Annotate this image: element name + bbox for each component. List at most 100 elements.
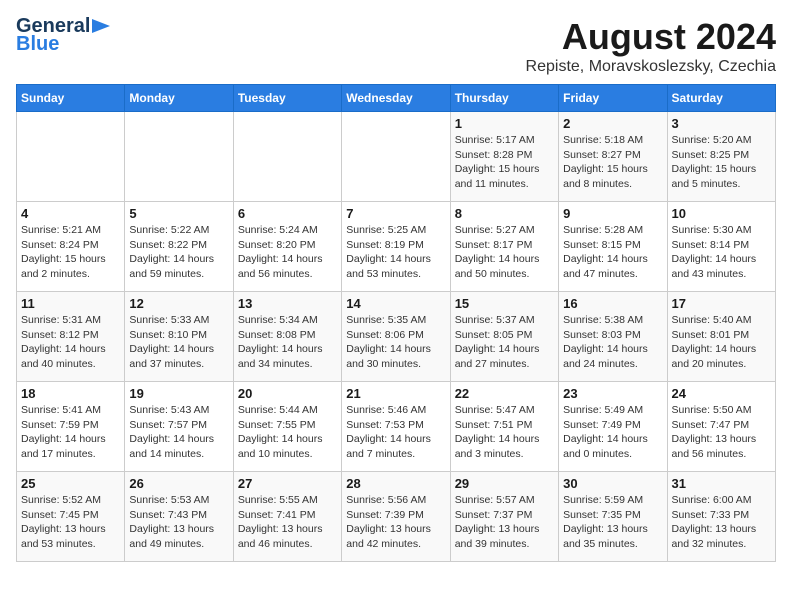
day-info: Sunrise: 5:40 AM Sunset: 8:01 PM Dayligh… [672,313,771,372]
day-number: 20 [238,386,337,401]
table-row: 25 Sunrise: 5:52 AM Sunset: 7:45 PM Dayli… [17,472,125,562]
table-row: 2 Sunrise: 5:18 AM Sunset: 8:27 PM Daylig… [559,112,667,202]
day-number: 2 [563,116,662,131]
table-row: 4 Sunrise: 5:21 AM Sunset: 8:24 PM Daylig… [17,202,125,292]
day-info: Sunrise: 5:49 AM Sunset: 7:49 PM Dayligh… [563,403,662,462]
day-number: 4 [21,206,120,221]
table-row: 12 Sunrise: 5:33 AM Sunset: 8:10 PM Dayli… [125,292,233,382]
day-number: 27 [238,476,337,491]
table-row: 18 Sunrise: 5:41 AM Sunset: 7:59 PM Dayli… [17,382,125,472]
day-info: Sunrise: 5:33 AM Sunset: 8:10 PM Dayligh… [129,313,228,372]
day-info: Sunrise: 6:00 AM Sunset: 7:33 PM Dayligh… [672,493,771,552]
page-title: August 2024 [526,16,776,58]
day-number: 7 [346,206,445,221]
table-row: 23Sunrise: 5:49 AM Sunset: 7:49 PM Dayli… [559,382,667,472]
logo-blue-text: Blue [16,34,59,54]
calendar-table: Sunday Monday Tuesday Wednesday Thursday… [16,84,776,562]
table-row: 11Sunrise: 5:31 AM Sunset: 8:12 PM Dayli… [17,292,125,382]
table-row: 21 Sunrise: 5:46 AM Sunset: 7:53 PM Dayli… [342,382,450,472]
table-row: 10 Sunrise: 5:30 AM Sunset: 8:14 PM Dayli… [667,202,775,292]
day-number: 30 [563,476,662,491]
day-number: 6 [238,206,337,221]
day-info: Sunrise: 5:50 AM Sunset: 7:47 PM Dayligh… [672,403,771,462]
table-row: 24 Sunrise: 5:50 AM Sunset: 7:47 PM Dayli… [667,382,775,472]
day-info: Sunrise: 5:41 AM Sunset: 7:59 PM Dayligh… [21,403,120,462]
day-info: Sunrise: 5:17 AM Sunset: 8:28 PM Dayligh… [455,133,554,192]
day-info: Sunrise: 5:44 AM Sunset: 7:55 PM Dayligh… [238,403,337,462]
col-saturday: Saturday [667,85,775,112]
day-number: 5 [129,206,228,221]
day-info: Sunrise: 5:53 AM Sunset: 7:43 PM Dayligh… [129,493,228,552]
table-row: 27 Sunrise: 5:55 AM Sunset: 7:41 PM Dayli… [233,472,341,562]
table-row: 22 Sunrise: 5:47 AM Sunset: 7:51 PM Dayli… [450,382,558,472]
day-number: 29 [455,476,554,491]
table-row: 8 Sunrise: 5:27 AM Sunset: 8:17 PM Daylig… [450,202,558,292]
day-info: Sunrise: 5:43 AM Sunset: 7:57 PM Dayligh… [129,403,228,462]
table-row: 16Sunrise: 5:38 AM Sunset: 8:03 PM Dayli… [559,292,667,382]
day-number: 22 [455,386,554,401]
day-number: 18 [21,386,120,401]
table-row: 14 Sunrise: 5:35 AM Sunset: 8:06 PM Dayli… [342,292,450,382]
table-row: 15Sunrise: 5:37 AM Sunset: 8:05 PM Dayli… [450,292,558,382]
day-info: Sunrise: 5:27 AM Sunset: 8:17 PM Dayligh… [455,223,554,282]
day-info: Sunrise: 5:25 AM Sunset: 8:19 PM Dayligh… [346,223,445,282]
table-row: 6 Sunrise: 5:24 AM Sunset: 8:20 PM Daylig… [233,202,341,292]
day-number: 24 [672,386,771,401]
day-number: 13 [238,296,337,311]
day-info: Sunrise: 5:24 AM Sunset: 8:20 PM Dayligh… [238,223,337,282]
day-info: Sunrise: 5:35 AM Sunset: 8:06 PM Dayligh… [346,313,445,372]
table-row: 29 Sunrise: 5:57 AM Sunset: 7:37 PM Dayli… [450,472,558,562]
day-number: 9 [563,206,662,221]
day-info: Sunrise: 5:47 AM Sunset: 7:51 PM Dayligh… [455,403,554,462]
table-row [17,112,125,202]
day-number: 26 [129,476,228,491]
day-info: Sunrise: 5:55 AM Sunset: 7:41 PM Dayligh… [238,493,337,552]
day-number: 8 [455,206,554,221]
day-number: 12 [129,296,228,311]
col-friday: Friday [559,85,667,112]
day-info: Sunrise: 5:34 AM Sunset: 8:08 PM Dayligh… [238,313,337,372]
table-row [233,112,341,202]
day-number: 17 [672,296,771,311]
table-row [125,112,233,202]
table-row: 19 Sunrise: 5:43 AM Sunset: 7:57 PM Dayli… [125,382,233,472]
logo-arrow-icon [92,19,110,33]
col-thursday: Thursday [450,85,558,112]
table-row: 7 Sunrise: 5:25 AM Sunset: 8:19 PM Daylig… [342,202,450,292]
day-info: Sunrise: 5:21 AM Sunset: 8:24 PM Dayligh… [21,223,120,282]
day-number: 1 [455,116,554,131]
logo: General Blue [16,16,110,54]
day-info: Sunrise: 5:38 AM Sunset: 8:03 PM Dayligh… [563,313,662,372]
day-number: 19 [129,386,228,401]
calendar-week-row: 11Sunrise: 5:31 AM Sunset: 8:12 PM Dayli… [17,292,776,382]
day-info: Sunrise: 5:30 AM Sunset: 8:14 PM Dayligh… [672,223,771,282]
day-info: Sunrise: 5:52 AM Sunset: 7:45 PM Dayligh… [21,493,120,552]
day-number: 31 [672,476,771,491]
day-info: Sunrise: 5:28 AM Sunset: 8:15 PM Dayligh… [563,223,662,282]
calendar-week-row: 1 Sunrise: 5:17 AM Sunset: 8:28 PM Daylig… [17,112,776,202]
day-number: 14 [346,296,445,311]
calendar-week-row: 18 Sunrise: 5:41 AM Sunset: 7:59 PM Dayli… [17,382,776,472]
table-row: 1 Sunrise: 5:17 AM Sunset: 8:28 PM Daylig… [450,112,558,202]
col-monday: Monday [125,85,233,112]
table-row [342,112,450,202]
day-number: 25 [21,476,120,491]
table-row: 9 Sunrise: 5:28 AM Sunset: 8:15 PM Daylig… [559,202,667,292]
calendar-week-row: 4 Sunrise: 5:21 AM Sunset: 8:24 PM Daylig… [17,202,776,292]
day-info: Sunrise: 5:46 AM Sunset: 7:53 PM Dayligh… [346,403,445,462]
table-row: 13 Sunrise: 5:34 AM Sunset: 8:08 PM Dayli… [233,292,341,382]
table-row: 17 Sunrise: 5:40 AM Sunset: 8:01 PM Dayli… [667,292,775,382]
table-row: 5Sunrise: 5:22 AM Sunset: 8:22 PM Daylig… [125,202,233,292]
page-subtitle: Repiste, Moravskoslezsky, Czechia [526,58,776,76]
day-number: 15 [455,296,554,311]
day-info: Sunrise: 5:18 AM Sunset: 8:27 PM Dayligh… [563,133,662,192]
table-row: 28Sunrise: 5:56 AM Sunset: 7:39 PM Dayli… [342,472,450,562]
col-wednesday: Wednesday [342,85,450,112]
day-number: 3 [672,116,771,131]
table-row: 31 Sunrise: 6:00 AM Sunset: 7:33 PM Dayli… [667,472,775,562]
day-number: 10 [672,206,771,221]
day-info: Sunrise: 5:57 AM Sunset: 7:37 PM Dayligh… [455,493,554,552]
table-row: 3Sunrise: 5:20 AM Sunset: 8:25 PM Daylig… [667,112,775,202]
day-number: 21 [346,386,445,401]
table-row: 20 Sunrise: 5:44 AM Sunset: 7:55 PM Dayli… [233,382,341,472]
